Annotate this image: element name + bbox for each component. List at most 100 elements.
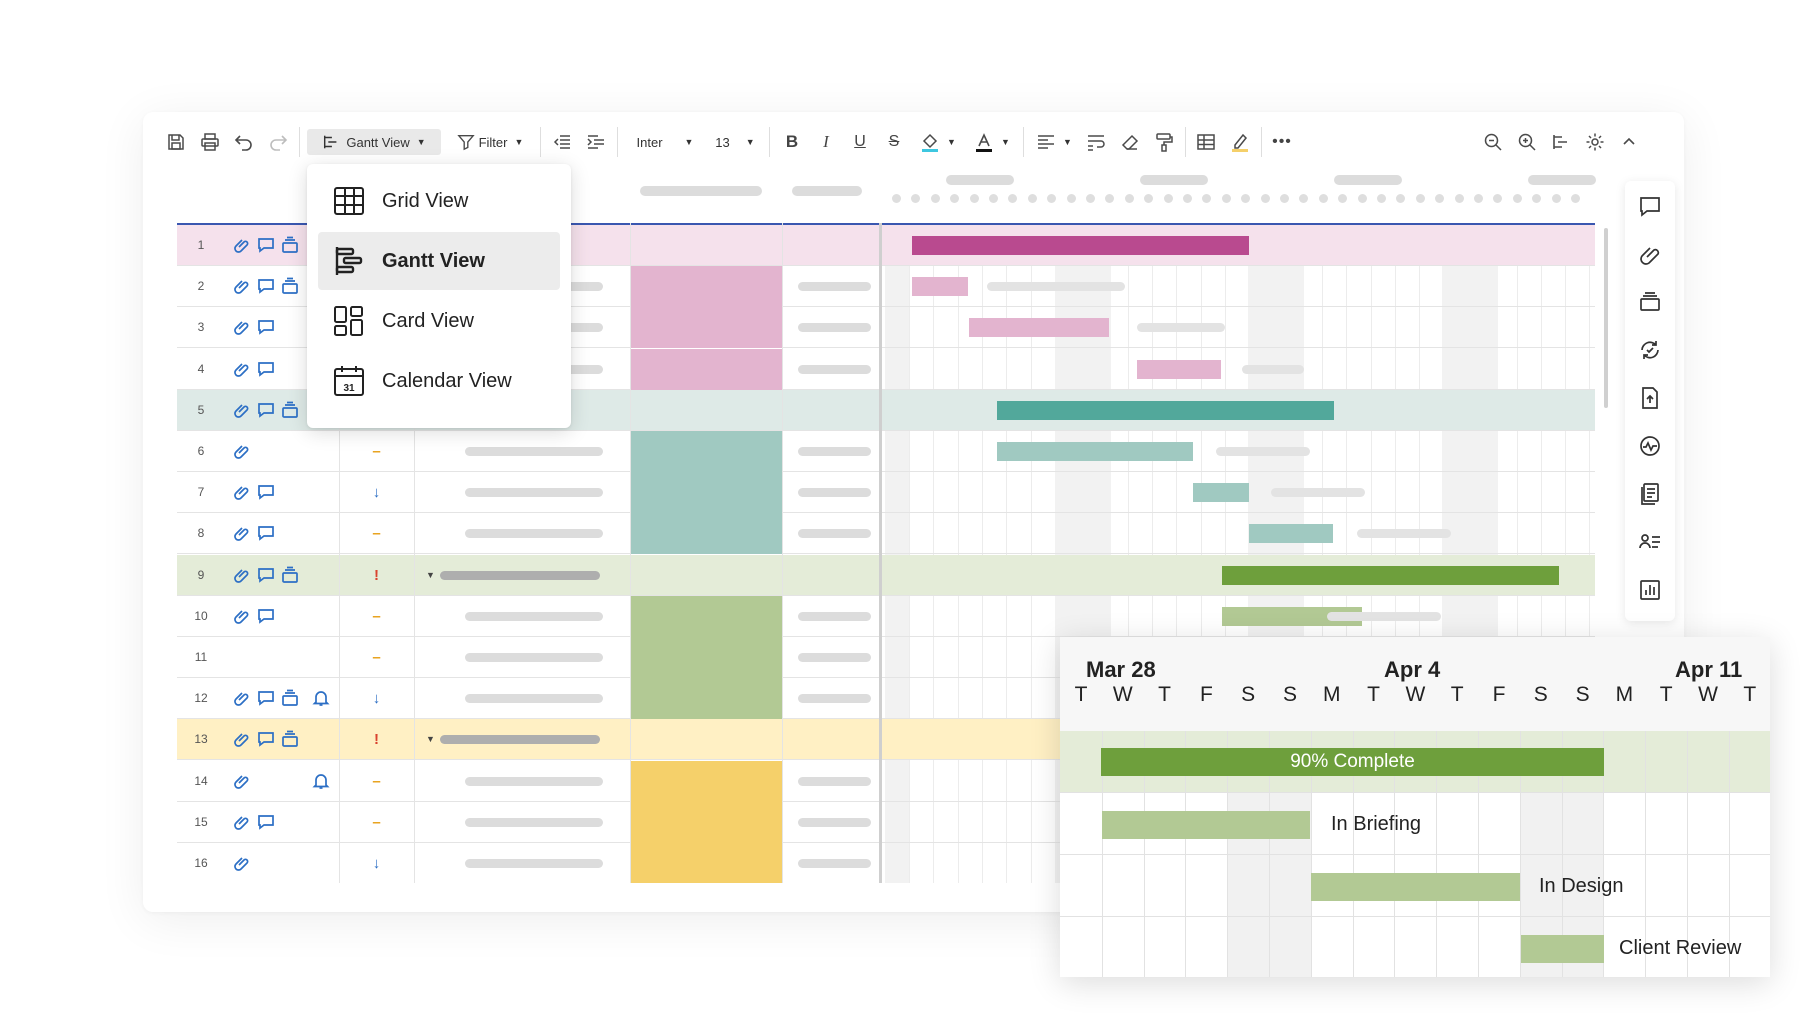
- table-row[interactable]: 7 ↓: [177, 472, 1595, 514]
- gantt-bar-task[interactable]: [1311, 873, 1520, 901]
- outdent-button[interactable]: [549, 129, 575, 155]
- wrap-text-button[interactable]: [1083, 129, 1109, 155]
- gantt-bar-task[interactable]: [1137, 359, 1221, 379]
- align-button[interactable]: ▼: [1031, 129, 1077, 155]
- zoom-out-button[interactable]: [1480, 129, 1506, 155]
- zoom-in-button[interactable]: [1514, 129, 1540, 155]
- underline-button[interactable]: U: [847, 129, 873, 155]
- proofing-icon[interactable]: [281, 277, 299, 295]
- forms-icon[interactable]: [1638, 482, 1662, 506]
- proofing-icon[interactable]: [281, 401, 299, 419]
- gantt-settings-button[interactable]: [1548, 129, 1574, 155]
- proofing-icon[interactable]: [281, 236, 299, 254]
- row-icons: [233, 483, 275, 501]
- gantt-bar-task[interactable]: [912, 277, 968, 297]
- redo-button[interactable]: [265, 129, 291, 155]
- bar-label-placeholder: [1357, 529, 1451, 539]
- gantt-bar-task[interactable]: [1102, 811, 1310, 839]
- gantt-bar-task[interactable]: [1193, 483, 1249, 503]
- proofing-icon[interactable]: [281, 689, 299, 707]
- comment-icon[interactable]: [257, 607, 275, 625]
- more-button[interactable]: •••: [1269, 129, 1295, 155]
- bell-icon[interactable]: [312, 772, 330, 790]
- clear-format-button[interactable]: [1117, 129, 1143, 155]
- comment-icon[interactable]: [257, 689, 275, 707]
- publish-icon[interactable]: [1638, 386, 1662, 410]
- comment-icon[interactable]: [257, 277, 275, 295]
- view-switcher-button[interactable]: Gantt View ▼: [307, 129, 441, 155]
- activity-icon[interactable]: [1638, 434, 1662, 458]
- expand-collapse-icon[interactable]: ▼: [426, 570, 435, 580]
- comment-icon[interactable]: [1638, 194, 1662, 218]
- proofing-icon[interactable]: [1638, 290, 1662, 314]
- attachment-icon[interactable]: [233, 360, 251, 378]
- attachment-icon[interactable]: [233, 854, 251, 872]
- attachment-icon[interactable]: [233, 401, 251, 419]
- gantt-bar-task[interactable]: [997, 442, 1193, 461]
- text-color-button[interactable]: ▼: [969, 129, 1015, 155]
- print-button[interactable]: [197, 129, 223, 155]
- attachment-icon[interactable]: [233, 730, 251, 748]
- gantt-bar-task[interactable]: [969, 318, 1109, 338]
- menu-item-gantt-view[interactable]: Gantt View: [318, 232, 560, 290]
- attachment-icon[interactable]: [1638, 242, 1662, 266]
- gantt-bar-task[interactable]: [1249, 524, 1333, 544]
- save-button[interactable]: [163, 129, 189, 155]
- comment-icon[interactable]: [257, 483, 275, 501]
- proofing-icon[interactable]: [281, 730, 299, 748]
- menu-item-calendar-view[interactable]: 31 Calendar View: [318, 352, 560, 410]
- gantt-bar-task[interactable]: [1521, 935, 1604, 963]
- gantt-bar-summary[interactable]: [912, 236, 1249, 255]
- attachment-icon[interactable]: [233, 772, 251, 790]
- bold-button[interactable]: B: [779, 129, 805, 155]
- comment-icon[interactable]: [257, 318, 275, 336]
- table-format-button[interactable]: [1193, 129, 1219, 155]
- attachment-icon[interactable]: [233, 524, 251, 542]
- menu-item-card-view[interactable]: Card View: [318, 292, 560, 350]
- contacts-icon[interactable]: [1638, 530, 1662, 554]
- settings-button[interactable]: [1582, 129, 1608, 155]
- attachment-icon[interactable]: [233, 277, 251, 295]
- attachment-icon[interactable]: [233, 689, 251, 707]
- attachment-icon[interactable]: [233, 607, 251, 625]
- highlight-button[interactable]: [1227, 129, 1253, 155]
- attachment-icon[interactable]: [233, 318, 251, 336]
- bar-label-placeholder: [1271, 488, 1365, 498]
- comment-icon[interactable]: [257, 236, 275, 254]
- attachment-icon[interactable]: [233, 236, 251, 254]
- summary-chart-icon[interactable]: [1638, 578, 1662, 602]
- expand-collapse-icon[interactable]: ▼: [426, 734, 435, 744]
- italic-button[interactable]: I: [813, 129, 839, 155]
- comment-icon[interactable]: [257, 360, 275, 378]
- comment-icon[interactable]: [257, 524, 275, 542]
- attachment-icon[interactable]: [233, 566, 251, 584]
- bell-icon[interactable]: [312, 689, 330, 707]
- vertical-scrollbar[interactable]: [1604, 228, 1608, 408]
- strikethrough-button[interactable]: S: [881, 129, 907, 155]
- font-family-select[interactable]: Inter ▼: [627, 129, 703, 155]
- attachment-icon[interactable]: [233, 442, 251, 460]
- indent-button[interactable]: [583, 129, 609, 155]
- task-name-placeholder: [465, 488, 603, 498]
- gantt-bar-summary[interactable]: [1222, 565, 1559, 585]
- fill-color-button[interactable]: ▼: [915, 129, 961, 155]
- comment-icon[interactable]: [257, 813, 275, 831]
- font-size-select[interactable]: 13 ▼: [709, 129, 761, 155]
- menu-item-grid-view[interactable]: Grid View: [318, 172, 560, 230]
- update-requests-icon[interactable]: [1638, 338, 1662, 362]
- gantt-bar-summary[interactable]: 90% Complete: [1101, 748, 1604, 776]
- comment-icon[interactable]: [257, 566, 275, 584]
- format-painter-button[interactable]: [1151, 129, 1177, 155]
- status-color-cell: [630, 678, 782, 720]
- table-row[interactable]: 6–: [177, 431, 1595, 472]
- proofing-icon[interactable]: [281, 566, 299, 584]
- comment-icon[interactable]: [257, 401, 275, 419]
- gantt-splitter[interactable]: [879, 223, 882, 883]
- comment-icon[interactable]: [257, 730, 275, 748]
- attachment-icon[interactable]: [233, 813, 251, 831]
- gantt-bar-summary[interactable]: [997, 400, 1334, 420]
- attachment-icon[interactable]: [233, 483, 251, 501]
- undo-button[interactable]: [231, 129, 257, 155]
- filter-button[interactable]: Filter ▼: [448, 129, 532, 155]
- collapse-toolbar-button[interactable]: [1616, 129, 1642, 155]
